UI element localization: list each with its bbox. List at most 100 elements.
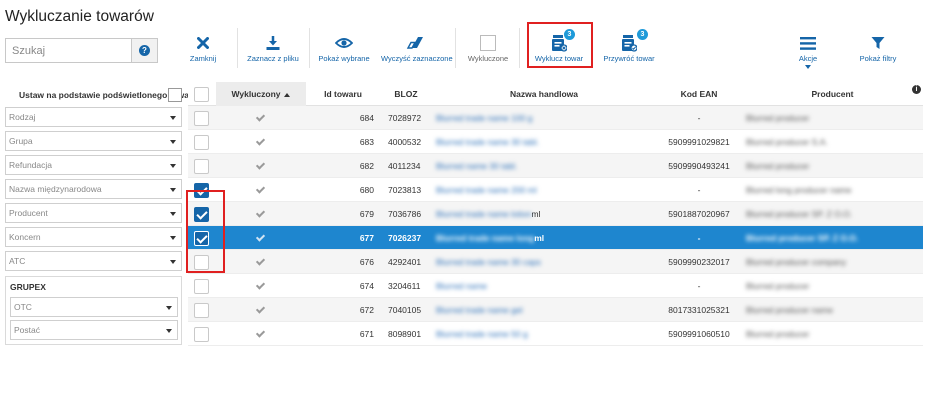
cell-name: Blurred trade name 30 caps — [436, 257, 541, 267]
cell-id: 677 — [359, 233, 374, 243]
cell-name: Blurred trade name 50 g — [436, 329, 528, 339]
mark-from-file-button[interactable]: Zaznacz z pliku — [247, 33, 299, 69]
actions-menu-button[interactable]: Akcje — [789, 33, 827, 69]
caret-down-icon — [170, 188, 176, 192]
show-filters-button[interactable]: Pokaż filtry — [856, 33, 900, 69]
clear-selected-button[interactable]: Wyczyść zaznaczone — [381, 33, 453, 69]
table-row[interactable]: 683 4000532 Blurred trade name 30 tabl. 590… — [188, 130, 923, 154]
filter-icon — [871, 37, 885, 49]
close-icon — [197, 37, 209, 49]
cell-name: Blurred trade name gel — [436, 305, 523, 315]
grupa-select[interactable]: Grupa — [5, 131, 182, 151]
column-header-id[interactable]: Id towaru — [306, 82, 380, 106]
cell-name: Blurred trade name longml — [436, 233, 545, 243]
excluded-check-icon — [255, 256, 266, 266]
cell-bloz: 4292401 — [388, 257, 422, 267]
checkbox-highlight — [186, 190, 225, 273]
restore-count-badge: 3 — [637, 29, 648, 40]
cell-producer: Blurred producer company — [746, 257, 847, 267]
cell-id: 683 — [359, 137, 374, 147]
cell-id: 674 — [359, 281, 374, 291]
cell-id: 680 — [359, 185, 374, 195]
row-checkbox[interactable] — [194, 279, 209, 294]
table-row[interactable]: 671 8098901 Blurred trade name 50 g 5909991… — [188, 322, 923, 346]
column-header-name[interactable]: Nazwa handlowa — [432, 82, 656, 106]
excluded-check-icon — [255, 160, 266, 170]
atc-select[interactable]: ATC — [5, 251, 182, 271]
table-row[interactable]: 672 7040105 Blurred trade name gel 80173310… — [188, 298, 923, 322]
toolbar-divider — [309, 28, 310, 68]
restore-product-button[interactable]: 3 Przywróć towar — [600, 29, 658, 69]
table-row[interactable]: 676 4292401 Blurred trade name 30 caps 5909… — [188, 250, 923, 274]
column-header-producer[interactable]: Producent — [742, 82, 923, 106]
row-checkbox[interactable] — [194, 303, 209, 318]
cell-producer: Blurred producer S.A. — [746, 137, 828, 147]
actions-label: Akcje — [798, 54, 818, 63]
caret-down-icon — [170, 140, 176, 144]
page-title: Wykluczanie towarów — [5, 8, 154, 25]
cell-ean: 5909991060510 — [668, 329, 730, 339]
nazwa-miedzynarodowa-select[interactable]: Nazwa międzynarodowa — [5, 179, 182, 199]
row-checkbox[interactable] — [194, 159, 209, 174]
excluded-toggle[interactable]: Wykluczone — [466, 33, 510, 69]
koncern-select[interactable]: Koncern — [5, 227, 182, 247]
excluded-check-icon — [255, 184, 266, 194]
row-checkbox[interactable] — [194, 135, 209, 150]
close-button[interactable]: Zamknij — [184, 33, 222, 69]
table-row[interactable]: 674 3204611 Blurred name - Blurred producer — [188, 274, 923, 298]
download-icon — [266, 36, 280, 50]
search-input[interactable] — [6, 39, 132, 62]
cell-name: Blurred trade name 200 ml — [436, 185, 537, 195]
cell-producer: Blurred producer name — [746, 305, 833, 315]
cell-ean: 5909990493241 — [668, 161, 730, 171]
excluded-checkbox[interactable] — [480, 35, 496, 51]
table-row[interactable]: 679 7036786 Blurred trade name lotionml 590… — [188, 202, 923, 226]
restore-product-label: Przywróć towar — [603, 54, 655, 63]
cell-name: Blurred name 30 tabl. — [436, 161, 518, 171]
cell-ean: - — [697, 281, 701, 291]
cell-ean: 8017331025321 — [668, 305, 730, 315]
cell-ean: 5901887020967 — [668, 209, 730, 219]
info-icon[interactable]: i — [912, 85, 921, 94]
row-checkbox[interactable] — [194, 111, 209, 126]
row-checkbox[interactable] — [194, 327, 209, 342]
cell-producer: Blurred producer — [746, 161, 810, 171]
cell-bloz: 7023813 — [388, 185, 422, 195]
filters-apply-checkbox[interactable] — [168, 88, 182, 102]
select-all-checkbox[interactable] — [194, 87, 209, 102]
cell-name: Blurred trade name lotionml — [436, 209, 541, 219]
close-label: Zamknij — [189, 54, 217, 63]
table-row[interactable]: 680 7023813 Blurred trade name 200 ml - Blur… — [188, 178, 923, 202]
table-row[interactable]: 677 7026237 Blurred trade name longml - Blur… — [188, 226, 923, 250]
postac-select[interactable]: Postać — [10, 320, 178, 340]
column-header-excluded[interactable]: Wykluczony — [216, 82, 306, 106]
show-selected-button[interactable]: Pokaż wybrane — [317, 33, 371, 69]
otc-select[interactable]: OTC — [10, 297, 178, 317]
excluded-check-icon — [255, 136, 266, 146]
cell-name: Blurred name — [436, 281, 488, 291]
exclude-button-highlight — [527, 22, 593, 68]
cell-producer: Blurred producer — [746, 329, 810, 339]
excluded-check-icon — [255, 112, 266, 122]
table-row[interactable]: 682 4011234 Blurred name 30 tabl. 590999049… — [188, 154, 923, 178]
refundacja-select[interactable]: Refundacja — [5, 155, 182, 175]
rodzaj-select[interactable]: Rodzaj — [5, 107, 182, 127]
caret-down-icon — [170, 164, 176, 168]
caret-down-icon — [170, 212, 176, 216]
cell-ean: 5909991029821 — [668, 137, 730, 147]
cell-id: 676 — [359, 257, 374, 267]
clear-selected-label: Wyczyść zaznaczone — [381, 54, 453, 63]
caret-down-icon — [170, 236, 176, 240]
cell-id: 682 — [359, 161, 374, 171]
column-header-bloz[interactable]: BLOZ — [380, 82, 432, 106]
search-help-button[interactable]: ? — [131, 39, 157, 62]
table-row[interactable]: 684 7028972 Blurred trade name 100 g - Blurr… — [188, 106, 923, 130]
cell-ean: 5909990232017 — [668, 257, 730, 267]
mark-from-file-label: Zaznacz z pliku — [247, 54, 299, 63]
excluded-check-icon — [255, 208, 266, 218]
cell-producer: Blurred producer SP. Z O.O. — [746, 209, 853, 219]
column-header-ean[interactable]: Kod EAN — [656, 82, 742, 106]
producent-select[interactable]: Producent — [5, 203, 182, 223]
caret-down-icon — [166, 306, 172, 310]
table-header: Wykluczony Id towaru BLOZ Nazwa handlowa… — [188, 82, 923, 106]
